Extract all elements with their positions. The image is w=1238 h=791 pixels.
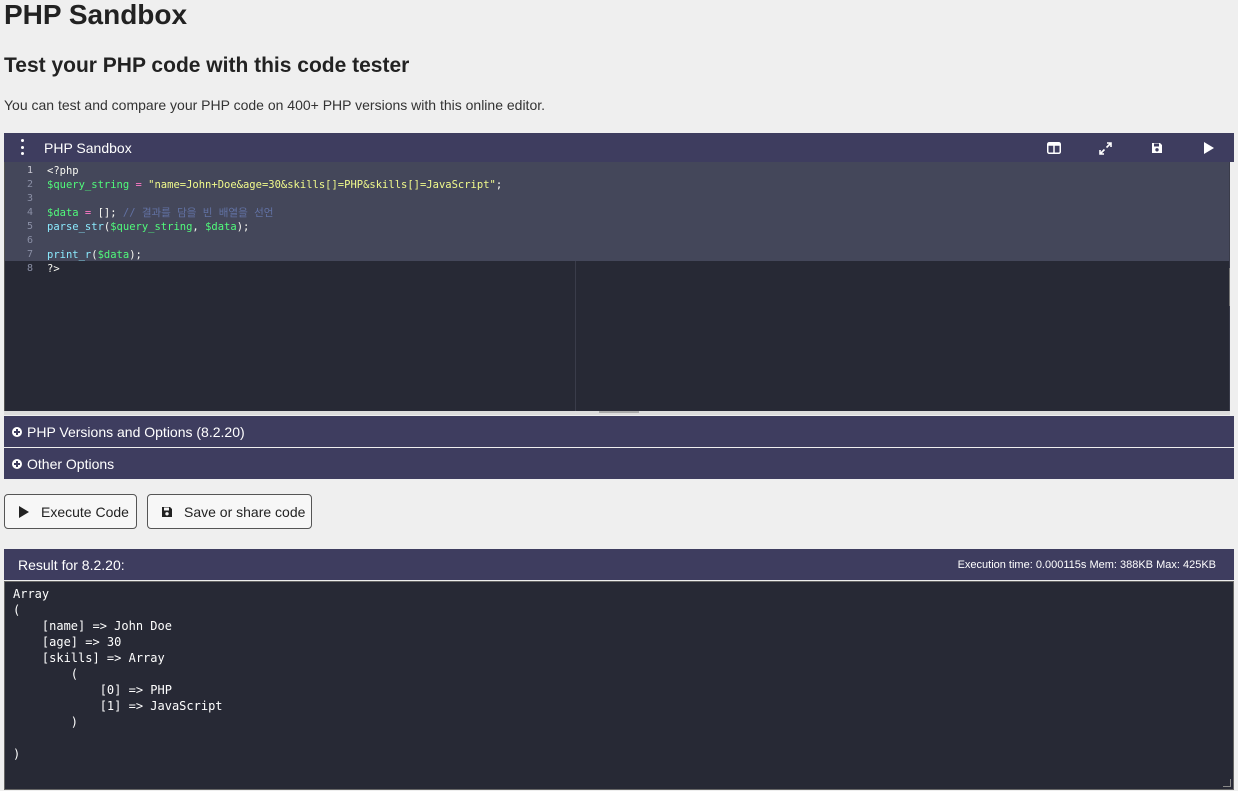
code-token: "name=John+Doe&age=30&skills[]=PHP&skill…: [148, 179, 496, 191]
php-versions-accordion[interactable]: PHP Versions and Options (8.2.20): [4, 416, 1234, 447]
result-title: Result for 8.2.20:: [18, 557, 125, 573]
execution-stats: Execution time: 0.000115s Mem: 388KB Max…: [957, 559, 1216, 571]
execute-code-label: Execute Code: [41, 504, 129, 520]
expand-icon[interactable]: [1096, 139, 1114, 157]
code-line: parse_str($query_string, $data);: [47, 220, 502, 234]
code-token: print_r: [47, 249, 92, 261]
code-token: parse_str: [47, 221, 104, 233]
line-number: 6: [26, 235, 33, 246]
code-token: =: [129, 179, 149, 191]
code-token: ;: [495, 179, 503, 191]
code-line: ?>: [47, 262, 502, 276]
code-token: $query_string: [47, 179, 130, 191]
line-number: 2: [26, 179, 33, 190]
result-header: Result for 8.2.20: Execution time: 0.000…: [4, 549, 1234, 580]
resize-grip-icon[interactable]: [1223, 779, 1231, 787]
resize-handle[interactable]: [599, 411, 639, 413]
vertical-scrollbar-thumb[interactable]: [1229, 268, 1230, 306]
line-number: 1: [26, 165, 33, 176]
code-token: );: [236, 221, 250, 233]
editor-header: PHP Sandbox: [4, 133, 1234, 162]
code-token: =: [78, 207, 98, 219]
save-share-button[interactable]: Save or share code: [147, 494, 312, 529]
split-divider: [575, 261, 576, 412]
plus-circle-icon: [12, 427, 22, 437]
page-title: PHP Sandbox: [4, 0, 188, 30]
other-options-label: Other Options: [27, 456, 115, 472]
play-icon: [17, 505, 31, 519]
code-token: <?php: [47, 165, 79, 177]
line-number: 7: [26, 249, 33, 260]
code-token: $data: [97, 249, 130, 261]
code-token: $query_string: [110, 221, 193, 233]
editor-title: PHP Sandbox: [44, 140, 132, 156]
result-output[interactable]: Array ( [name] => John Doe [age] => 30 […: [4, 581, 1234, 790]
code-token: ?>: [47, 263, 60, 275]
code-line: $data = []; // 결과를 담을 빈 배열을 선언: [47, 206, 502, 220]
code-token: $data: [47, 207, 79, 219]
run-icon[interactable]: [1200, 139, 1218, 157]
line-number: 5: [26, 221, 33, 232]
code-token: ,: [192, 221, 206, 233]
line-number: 4: [26, 207, 33, 218]
menu-icon[interactable]: [18, 139, 26, 155]
save-icon[interactable]: [1148, 139, 1166, 157]
php-versions-label: PHP Versions and Options (8.2.20): [27, 424, 245, 440]
code-line: print_r($data);: [47, 248, 502, 262]
save-icon: [160, 505, 174, 519]
line-number: 3: [26, 193, 33, 204]
code-token: );: [129, 249, 142, 261]
line-number: 8: [26, 263, 33, 274]
code-content[interactable]: <?php $query_string = "name=John+Doe&age=…: [47, 164, 502, 276]
save-share-label: Save or share code: [184, 504, 306, 520]
line-number-gutter: 1 2 3 4 5 6 7 8: [5, 164, 37, 276]
code-token: $data: [205, 221, 237, 233]
result-text: Array ( [name] => John Doe [age] => 30 […: [13, 587, 223, 761]
split-view-icon[interactable]: [1045, 139, 1063, 157]
plus-circle-icon: [12, 459, 22, 469]
page-description: You can test and compare your PHP code o…: [4, 97, 546, 113]
code-token: [];: [97, 207, 123, 219]
code-token: // 결과를 담을 빈 배열을 선언: [122, 207, 274, 219]
code-line: $query_string = "name=John+Doe&age=30&sk…: [47, 178, 502, 192]
page-subtitle: Test your PHP code with this code tester: [4, 54, 410, 77]
code-editor[interactable]: 12345678 <?php $query_string = "name=John…: [4, 162, 1230, 412]
other-options-accordion[interactable]: Other Options: [4, 448, 1234, 479]
execute-code-button[interactable]: Execute Code: [4, 494, 137, 529]
code-line: <?php: [47, 164, 502, 178]
